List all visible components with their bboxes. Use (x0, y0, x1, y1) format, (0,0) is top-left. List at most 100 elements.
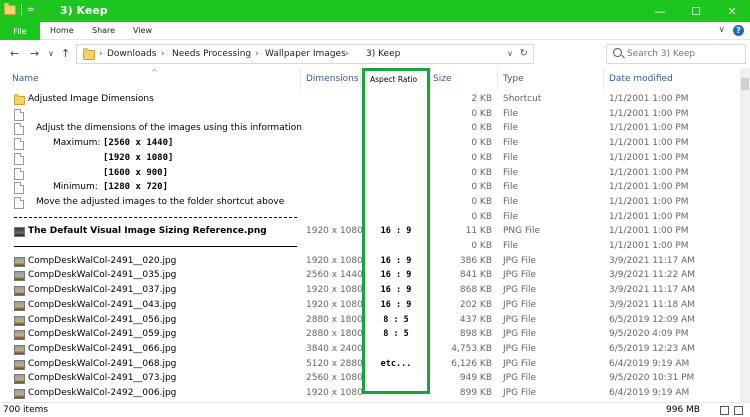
image-file-icon (14, 271, 25, 282)
file-aspect-ratio: etc... (380, 358, 412, 369)
up-arrow-icon[interactable]: ↑ (61, 47, 70, 60)
recent-locations-icon[interactable]: ∨ (48, 49, 54, 58)
file-row[interactable]: CompDeskWalCol-2491__056.jpg 2880 x 1800 8… (0, 313, 740, 328)
file-type: Shortcut (503, 94, 542, 104)
column-divider[interactable] (603, 68, 604, 90)
file-row[interactable]: The Default Visual Image Sizing Referenc… (0, 224, 740, 239)
column-aspect-ratio[interactable]: Aspect Ratio (370, 75, 417, 84)
file-row[interactable]: CompDeskWalCol-2491__068.jpg 5120 x 2880 e… (0, 357, 740, 372)
file-size: 6,126 KB (451, 358, 492, 369)
file-name: Adjust the dimensions of the images usin… (36, 123, 302, 134)
file-date-modified: 3/9/2021 11:17 AM (609, 285, 696, 296)
forward-arrow-icon[interactable]: → (30, 47, 39, 60)
maximize-button[interactable]: ☐ (678, 0, 714, 22)
file-name: CompDeskWalCol-2491__020.jpg (28, 255, 177, 266)
file-row[interactable]: 0 KB File 1/1/2001 1:00 PM (0, 210, 740, 225)
file-aspect-ratio: 16 : 9 (380, 270, 412, 281)
column-type[interactable]: Type (503, 74, 524, 84)
search-box[interactable]: Search 3) Keep (606, 44, 746, 64)
dimension-note: [1600 x 900] (103, 167, 169, 178)
details-view-icon[interactable] (720, 406, 729, 415)
image-file-icon (14, 389, 25, 399)
scrollbar-thumb[interactable] (741, 78, 749, 90)
file-row[interactable]: Adjust the dimensions of the images usin… (0, 121, 740, 136)
file-list: Adjusted Image Dimensions 2 KB Shortcut 1/1… (0, 92, 740, 400)
breadcrumb-separator[interactable]: › (161, 49, 165, 59)
file-type: File (503, 167, 519, 178)
column-date-modified[interactable]: Date modified (609, 74, 673, 84)
file-aspect-ratio: 16 : 9 (380, 255, 412, 266)
file-row[interactable]: 0 KB File 1/1/2001 1:00 PM (0, 239, 740, 254)
address-dropdown-icon[interactable]: ∨ (507, 49, 513, 58)
address-bar[interactable]: › Downloads › Needs Processing › Wallpap… (76, 44, 534, 64)
breadcrumb-needs-processing[interactable]: Needs Processing (172, 49, 251, 59)
image-file-icon (14, 374, 25, 385)
column-divider[interactable] (300, 68, 301, 90)
column-divider[interactable] (360, 68, 361, 90)
file-row[interactable]: Adjusted Image Dimensions 2 KB Shortcut 1/1… (0, 92, 740, 107)
breadcrumb-current[interactable]: 3) Keep (366, 49, 400, 59)
breadcrumb-separator[interactable]: › (345, 49, 349, 59)
file-type: JPG File (503, 343, 536, 354)
ribbon-collapse-icon[interactable]: ∨ (718, 25, 725, 36)
quick-access-toolbar: = (4, 2, 35, 15)
refresh-icon[interactable]: ↻ (520, 48, 528, 59)
file-row[interactable]: CompDeskWalCol-2491__037.jpg 1920 x 1080 1… (0, 283, 740, 298)
file-size: 11 KB (465, 226, 492, 237)
file-row[interactable]: Minimum: [1280 x 720] 0 KB File 1/1/2001 1:0… (0, 180, 740, 195)
large-icons-view-icon[interactable] (734, 406, 743, 415)
file-type: JPG File (503, 388, 536, 398)
file-dimensions: 2880 x 1800 (306, 314, 363, 325)
file-size: 0 KB (471, 123, 492, 134)
column-divider[interactable] (497, 68, 498, 90)
file-row[interactable]: CompDeskWalCol-2491__035.jpg 2560 x 1440 1… (0, 268, 740, 283)
file-size: 0 KB (471, 196, 492, 207)
file-type: JPG File (503, 358, 536, 369)
vertical-scrollbar[interactable] (740, 68, 750, 402)
file-type: File (503, 138, 519, 149)
file-type: File (503, 196, 519, 207)
folder-icon[interactable] (4, 2, 16, 15)
file-row[interactable]: [1920 x 1080] 0 KB File 1/1/2001 1:00 PM (0, 151, 740, 166)
file-size: 202 KB (459, 299, 492, 310)
file-row[interactable]: CompDeskWalCol-2491__059.jpg 2880 x 1800 8… (0, 327, 740, 342)
file-row[interactable]: CompDeskWalCol-2491__073.jpg 2560 x 1080 9… (0, 371, 740, 386)
file-row[interactable]: Maximum: [2560 x 1440] 0 KB File 1/1/2001 1:… (0, 136, 740, 151)
file-type: File (503, 182, 519, 193)
help-icon[interactable]: ? (733, 25, 744, 36)
file-date-modified: 1/1/2001 1:00 PM (609, 182, 689, 193)
file-date-modified: 9/5/2020 4:09 PM (609, 329, 689, 340)
file-row[interactable]: Move the adjusted images to the folder s… (0, 195, 740, 210)
file-row[interactable]: CompDeskWalCol-2491__066.jpg 3840 x 2400 4… (0, 342, 740, 357)
minimize-button[interactable]: — (642, 0, 678, 22)
file-size: 437 KB (459, 314, 492, 325)
tab-home[interactable]: Home (50, 26, 74, 35)
file-row[interactable]: CompDeskWalCol-2491__020.jpg 1920 x 1080 1… (0, 254, 740, 269)
breadcrumb-downloads[interactable]: Downloads (107, 49, 156, 59)
file-dimensions: 2560 x 1080 (306, 373, 363, 384)
file-size: 0 KB (471, 241, 492, 251)
file-row[interactable]: [1600 x 900] 0 KB File 1/1/2001 1:00 PM (0, 166, 740, 181)
file-type: JPG File (503, 285, 536, 296)
breadcrumb-wallpaper-images[interactable]: Wallpaper Images (265, 49, 346, 59)
close-button[interactable]: ✕ (714, 0, 750, 22)
back-arrow-icon[interactable]: ← (10, 47, 19, 60)
tab-view[interactable]: View (133, 26, 152, 35)
breadcrumb-separator[interactable]: › (255, 49, 259, 59)
column-name[interactable]: Name (12, 74, 39, 84)
file-aspect-ratio: 8 : 5 (383, 329, 409, 340)
breadcrumb-separator[interactable]: › (99, 49, 103, 59)
qat-customize-icon[interactable]: = (27, 5, 35, 15)
column-size[interactable]: Size (433, 74, 451, 84)
file-row[interactable]: 0 KB File 1/1/2001 1:00 PM (0, 107, 740, 122)
file-aspect-ratio: 16 : 9 (380, 299, 412, 310)
sort-ascending-icon: ^ (151, 68, 158, 77)
file-date-modified: 3/9/2021 11:22 AM (609, 270, 696, 281)
image-file-icon (14, 315, 25, 326)
tab-file[interactable]: File (0, 22, 40, 40)
tab-share[interactable]: Share (92, 26, 115, 35)
file-row[interactable]: CompDeskWalCol-2492__006.jpg 1920 x 1080 8… (0, 386, 740, 400)
column-divider[interactable] (430, 68, 431, 90)
column-dimensions[interactable]: Dimensions (306, 74, 359, 84)
file-row[interactable]: CompDeskWalCol-2491__043.jpg 1920 x 1080 1… (0, 298, 740, 313)
